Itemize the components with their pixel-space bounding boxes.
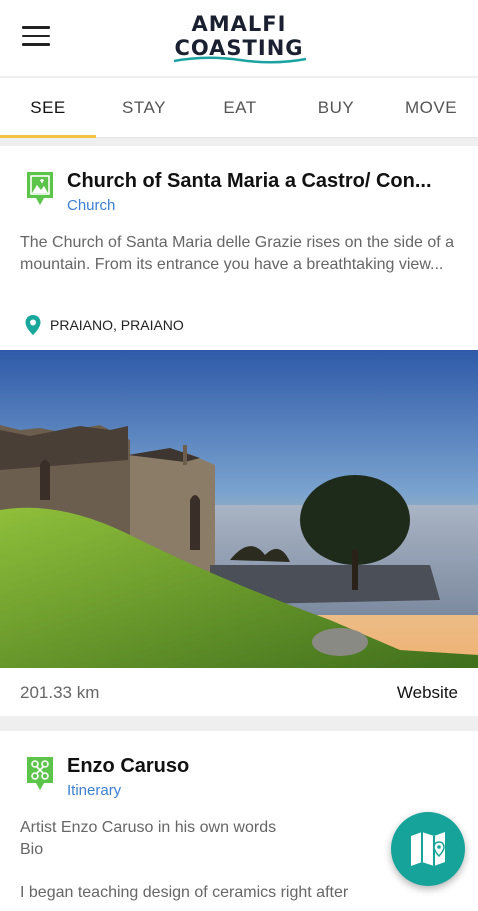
card-category[interactable]: Itinerary <box>67 782 121 799</box>
card-title[interactable]: Church of Santa Maria a Castro/ Con... <box>67 170 462 193</box>
place-photo[interactable] <box>0 350 478 668</box>
menu-icon[interactable] <box>22 26 50 48</box>
map-view-button[interactable] <box>391 812 465 886</box>
tab-eat[interactable]: EAT <box>192 78 288 138</box>
itinerary-grid-icon <box>27 757 53 790</box>
website-link[interactable]: Website <box>397 683 458 703</box>
tab-move[interactable]: MOVE <box>384 78 478 138</box>
category-tabs: SEE STAY EAT BUY MOVE <box>0 78 478 138</box>
logo-line-1: AMALFI <box>191 12 287 36</box>
active-tab-indicator <box>0 135 96 138</box>
location-pin-icon <box>25 315 41 335</box>
tab-see[interactable]: SEE <box>0 78 96 138</box>
tab-stay[interactable]: STAY <box>96 78 192 138</box>
card-category[interactable]: Church <box>67 197 115 214</box>
logo-wave-icon <box>173 56 307 64</box>
church-sunset-image <box>0 350 478 668</box>
location-text: PRAIANO, PRAIANO <box>50 317 184 333</box>
map-icon <box>411 832 445 866</box>
tab-buy[interactable]: BUY <box>288 78 384 138</box>
card-description: The Church of Santa Maria delle Grazie r… <box>20 234 454 273</box>
church-landscape-icon <box>27 172 53 205</box>
distance-text: 201.33 km <box>20 683 100 702</box>
card-title[interactable]: Enzo Caruso <box>67 755 462 778</box>
app-bar: AMALFI COASTING <box>0 0 478 76</box>
card-location: PRAIANO, PRAIANO <box>24 314 184 336</box>
place-card[interactable]: Church of Santa Maria a Castro/ Con... C… <box>0 146 478 716</box>
app-logo: AMALFI COASTING <box>166 8 312 68</box>
